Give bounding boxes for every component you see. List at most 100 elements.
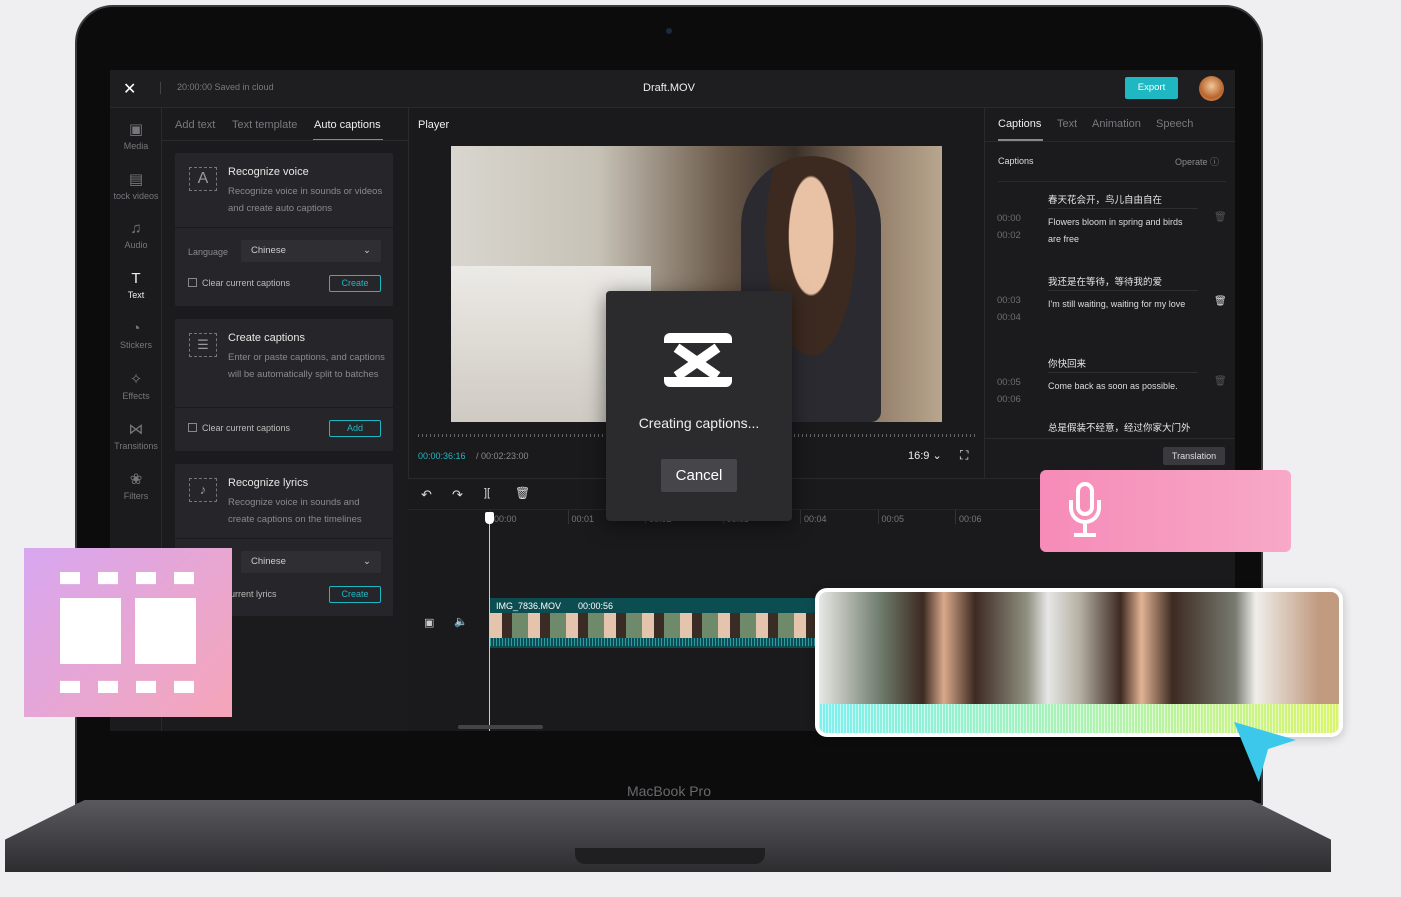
sidebar-item-transitions[interactable]: ⋈ Transitions [110,420,162,451]
caption-original[interactable]: 总是假装不经意，经过你家大门外 [1048,420,1191,434]
film-frame [135,598,196,664]
delete-icon[interactable]: 🗑 [515,486,530,500]
capcut-logo: ✕ [123,81,137,98]
translation-button[interactable]: Translation [1163,447,1225,465]
clip-thumbnails [490,613,820,638]
text-icon: T [131,270,141,287]
video-thumbnails [819,592,1339,704]
trash-icon[interactable]: 🗑 [1214,376,1227,387]
stock-videos-icon: ▤ [128,171,144,188]
chevron-down-icon: ⌄ [363,245,371,256]
recognize-voice-card: A Recognize voice Recognize voice in sou… [175,153,393,306]
tab-auto-captions[interactable]: Auto captions [314,119,381,131]
total-time: / 00:02:23:00 [476,451,529,461]
sidebar-item-label: Text [127,290,145,300]
cancel-button[interactable]: Cancel [661,459,737,492]
language-select[interactable]: Chinese ⌄ [241,240,381,262]
sidebar-item-label: Filters [123,491,149,501]
language-value: Chinese [251,556,286,567]
timeline-tick: 00:06 [955,510,982,524]
create-button[interactable]: Create [329,586,381,603]
track-audio-icon[interactable]: 🔈 [454,615,468,628]
divider [998,181,1226,182]
tab-animation[interactable]: Animation [1092,118,1141,130]
tab-text[interactable]: Text [1057,118,1077,130]
avatar[interactable] [1199,76,1224,101]
top-bar: ✕ 20:00:00 Saved in cloud Draft.MOV Expo… [110,70,1235,108]
info-icon: ⓘ [1210,157,1220,167]
trash-icon[interactable]: 🗑 [1214,296,1227,307]
clear-captions-checkbox[interactable]: Clear current captions [188,278,290,288]
sidebar-item-text[interactable]: T Text [110,270,162,300]
sidebar-item-effects[interactable]: ✧ Effects [110,370,162,401]
caption-end: 00:06 [997,394,1021,405]
divider [175,227,393,228]
sidebar-item-stickers[interactable]: ◔ Stickers [110,320,162,350]
split-icon[interactable]: ][ [484,487,490,499]
caption-end: 00:02 [997,230,1021,241]
caption-translation[interactable]: Flowers bloom in spring and birds are fr… [1048,208,1198,248]
tab-captions[interactable]: Captions [998,118,1041,130]
sidebar-item-audio[interactable]: ♫ Audio [110,220,162,250]
clip-duration: 00:00:56 [578,601,614,611]
redo-icon[interactable]: ↷ [452,487,463,503]
create-captions-card: ☰ Create captions Enter or paste caption… [175,319,393,451]
operate-button[interactable]: Operate ⓘ [1175,155,1219,168]
undo-icon[interactable]: ↶ [421,487,432,503]
fullscreen-icon[interactable]: ⛶ [960,448,968,463]
caption-original[interactable]: 你快回来 [1048,356,1086,370]
caption-end: 00:04 [997,312,1021,323]
camera [666,28,672,34]
create-button[interactable]: Create [329,275,381,292]
card-title: Recognize lyrics [228,477,309,489]
tab-text-template[interactable]: Text template [232,119,297,131]
device-label: MacBook Pro [626,783,712,799]
microphone-icon [1068,482,1102,540]
tab-add-text[interactable]: Add text [175,119,215,131]
caption-original[interactable]: 我还是在等待，等待我的爱 [1048,274,1162,288]
timeline-tick: 00:04 [800,510,827,524]
export-button[interactable]: Export [1125,77,1178,99]
microphone-card [1040,470,1291,552]
caption-start: 00:03 [997,295,1021,306]
language-select[interactable]: Chinese ⌄ [241,551,381,573]
recognize-voice-icon: A [189,167,217,191]
caption-original[interactable]: 春天花会开，鸟儿自由自在 [1048,192,1162,206]
right-panel: Captions Text Animation Speech Captions … [985,108,1235,478]
card-description: Recognize voice in sounds and create cap… [228,497,362,525]
dialog-message: Creating captions... [638,415,760,431]
sidebar-item-label: Audio [124,240,148,250]
sidebar-item-label: Effects [122,391,150,401]
language-label: Language [188,247,229,257]
language-value: Chinese [251,245,286,256]
player-label: Player [418,119,450,131]
clear-lyrics-checkbox[interactable]: urrent lyrics [230,589,277,599]
timeline-scrollbar[interactable] [458,725,543,729]
playhead-handle[interactable] [485,512,494,524]
tab-speech[interactable]: Speech [1156,118,1193,130]
divider [985,438,1235,439]
sidebar-item-media[interactable]: ▣ Media [110,120,162,151]
creating-captions-dialog: Creating captions... Cancel [606,291,792,521]
clip-name: IMG_7836.MOV [496,601,562,611]
stickers-icon: ◔ [131,320,141,337]
video-clip[interactable]: IMG_7836.MOV 00:00:56 [490,598,820,648]
track-video-icon[interactable]: ▣ [424,616,434,629]
add-button[interactable]: Add [329,420,381,437]
clear-captions-checkbox[interactable]: Clear current captions [188,423,290,433]
caption-translation[interactable]: I'm still waiting, waiting for my love [1048,290,1198,313]
divider [162,140,408,141]
caption-start: 00:05 [997,377,1021,388]
sidebar-item-filters[interactable]: ❀ Filters [110,470,162,501]
card-title: Create captions [228,332,306,344]
film-frame [60,598,121,664]
sidebar-item-label: tock videos [113,191,159,201]
sidebar-item-tock-videos[interactable]: ▤ tock videos [110,170,162,201]
transitions-icon: ⋈ [128,421,144,438]
aspect-ratio-select[interactable]: 16:9 ⌄ [908,449,942,462]
timeline-tick: 00:01 [567,510,594,524]
caption-translation[interactable]: Come back as soon as possible. [1048,372,1198,395]
film-icon-card [24,548,232,717]
divider [175,538,393,539]
trash-icon[interactable]: 🗑 [1214,212,1227,223]
